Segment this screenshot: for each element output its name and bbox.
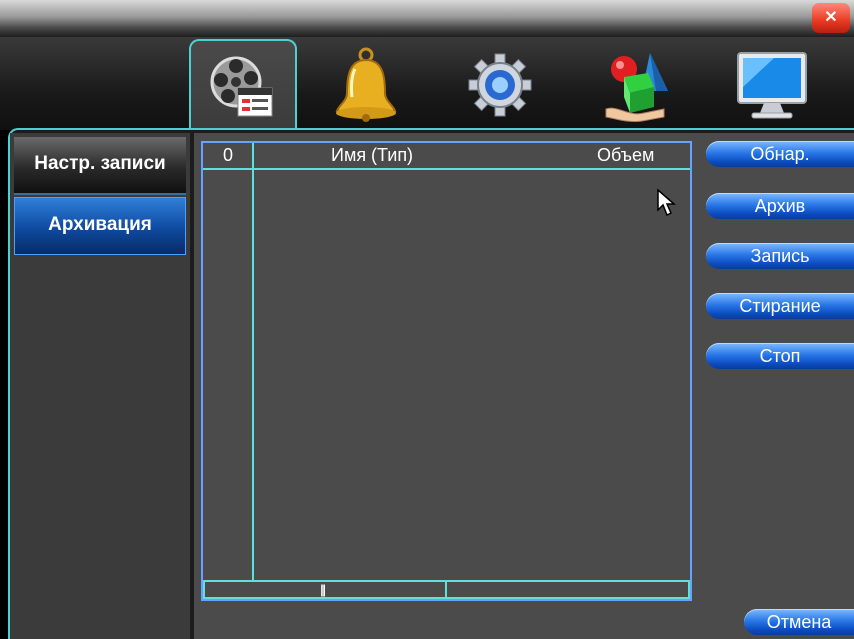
stop-button[interactable]: Стоп	[706, 343, 854, 369]
gear-icon	[468, 53, 532, 117]
column-header-size: Объем	[597, 145, 655, 165]
table-header: 0 Имя (Тип) Объем	[203, 143, 690, 170]
scrollbar-thumb[interactable]: |||	[205, 582, 447, 597]
grip-icon: |||	[320, 582, 326, 597]
sidebar-item-backup[interactable]: Архивация	[14, 197, 186, 255]
column-header-index: 0	[223, 145, 234, 165]
bell-icon	[335, 47, 397, 122]
mouse-cursor-icon	[657, 188, 676, 217]
tab-record[interactable]	[189, 39, 297, 132]
monitor-icon	[737, 52, 807, 119]
detect-button[interactable]: Обнар.	[706, 141, 854, 167]
record-button-label: Запись	[750, 246, 810, 266]
archive-button-label: Архив	[754, 196, 806, 216]
tab-bar	[0, 37, 854, 132]
column-header-name: Имя (Тип)	[331, 145, 414, 165]
tab-system[interactable]	[448, 41, 552, 129]
sidebar-item-label: Настр. записи	[34, 153, 166, 174]
detect-button-label: Обнар.	[750, 144, 810, 164]
sidebar: Настр. записи Архивация	[10, 133, 190, 639]
sidebar-item-record-settings[interactable]: Настр. записи	[14, 137, 186, 195]
erase-button[interactable]: Стирание	[706, 293, 854, 319]
erase-button-label: Стирание	[739, 296, 821, 316]
title-bar: ✕	[0, 0, 854, 37]
film-reel-icon	[210, 56, 273, 116]
sidebar-item-label: Архивация	[48, 214, 152, 235]
cancel-button[interactable]: Отмена	[744, 609, 854, 635]
backup-device-table[interactable]: 0 Имя (Тип) Объем |||	[201, 141, 692, 601]
tab-alarm[interactable]	[314, 41, 418, 129]
horizontal-scrollbar[interactable]: |||	[203, 580, 690, 599]
stop-button-label: Стоп	[759, 346, 801, 366]
column-divider	[252, 143, 254, 581]
tab-info[interactable]	[720, 41, 824, 129]
record-button[interactable]: Запись	[706, 243, 854, 269]
archive-button[interactable]: Архив	[706, 193, 854, 219]
close-button[interactable]: ✕	[812, 3, 850, 33]
close-icon: ✕	[824, 9, 838, 26]
shapes-icon	[605, 53, 668, 122]
cancel-button-label: Отмена	[766, 612, 832, 632]
tab-advanced[interactable]	[584, 41, 688, 129]
